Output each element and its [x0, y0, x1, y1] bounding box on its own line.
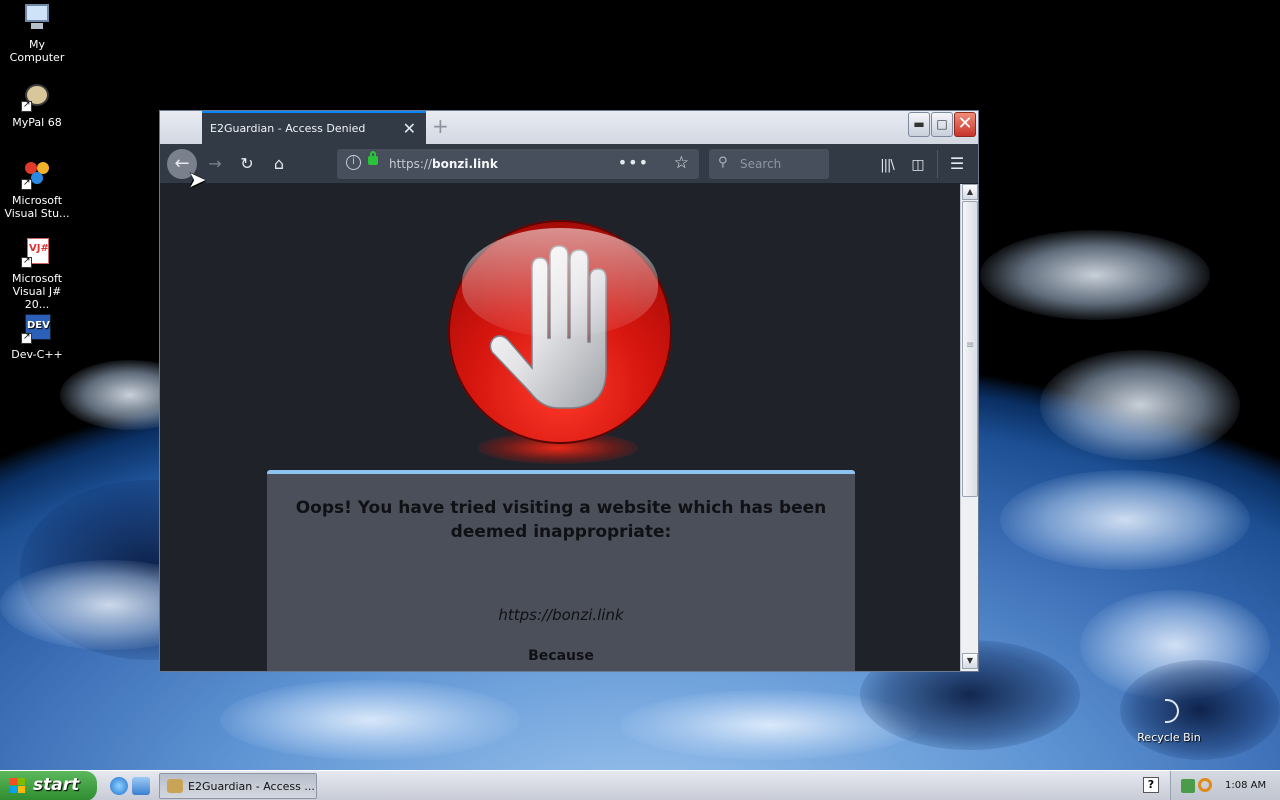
- visual-jsharp-icon: VJ#: [21, 236, 53, 268]
- desktop-icon-recycle-bin[interactable]: Recycle Bin: [1132, 695, 1206, 744]
- minimize-button[interactable]: ▬: [908, 112, 930, 137]
- library-icon: |||\: [880, 158, 894, 173]
- maximize-button[interactable]: □: [931, 112, 953, 137]
- dev-cpp-icon: DEV: [21, 312, 53, 344]
- close-window-button[interactable]: ✕: [954, 112, 976, 137]
- system-tray: 1:08 AM: [1170, 771, 1280, 800]
- reload-icon: ↻: [240, 154, 254, 173]
- desktop-icon-label: Dev-C++: [11, 348, 63, 361]
- hamburger-menu-icon: ☰: [949, 154, 965, 173]
- library-button[interactable]: |||\: [875, 152, 899, 176]
- visual-studio-icon: [21, 158, 53, 190]
- forward-button[interactable]: →: [203, 152, 227, 176]
- search-placeholder: Search: [740, 157, 782, 171]
- tab-title: E2Guardian - Access Denied: [210, 122, 366, 135]
- tab-close-icon[interactable]: ✕: [403, 119, 416, 138]
- desktop-icon-mypal[interactable]: MyPal 68: [0, 80, 74, 129]
- home-button[interactable]: ⌂: [267, 152, 291, 176]
- stop-hand-icon: [448, 220, 672, 444]
- search-tray-icon[interactable]: [1198, 778, 1212, 792]
- desktop-icon-dev-cpp[interactable]: DEV Dev-C++: [0, 312, 74, 361]
- taskbar: start E2Guardian - Access ... ? 1:08 AM: [0, 770, 1280, 800]
- taskbar-item-e2guardian[interactable]: E2Guardian - Access ...: [159, 773, 317, 799]
- search-icon: ⚲: [718, 155, 728, 170]
- windows-logo-icon: [10, 778, 26, 794]
- network-tray-icon[interactable]: [1181, 779, 1195, 793]
- desktop-icon-label: My Computer: [9, 38, 65, 64]
- home-icon: ⌂: [273, 154, 285, 173]
- access-denied-card: Oops! You have tried visiting a website …: [267, 470, 855, 671]
- scrollbar-thumb[interactable]: [962, 201, 978, 497]
- recycle-bin-icon: [1153, 695, 1185, 727]
- quicklaunch-browser-icon[interactable]: [132, 777, 150, 795]
- start-label: start: [33, 775, 80, 795]
- info-icon[interactable]: i: [346, 155, 361, 170]
- tab-e2guardian[interactable]: E2Guardian - Access Denied ✕: [202, 111, 426, 144]
- desktop-icon-my-computer[interactable]: My Computer: [0, 2, 74, 64]
- sidebar-icon: ◫: [911, 157, 925, 173]
- clock[interactable]: 1:08 AM: [1225, 780, 1266, 791]
- bookmark-star-icon[interactable]: ☆: [674, 153, 689, 173]
- arrow-right-icon: →: [208, 154, 222, 173]
- desktop-icon-label: MyPal 68: [12, 116, 62, 129]
- desktop-icon-label: Recycle Bin: [1137, 731, 1201, 744]
- sidebar-button[interactable]: ◫: [906, 152, 930, 176]
- new-tab-button[interactable]: +: [432, 114, 449, 138]
- taskbar-item-label: E2Guardian - Access ...: [188, 780, 315, 793]
- vertical-scrollbar[interactable]: ▲ ▼: [960, 184, 978, 671]
- lock-icon: [368, 151, 378, 165]
- toolbar-separator: [937, 150, 938, 178]
- desktop-icon-label: Microsoft Visual Stu...: [4, 194, 70, 220]
- url-text: https://bonzi.link: [389, 157, 498, 171]
- navigation-toolbar: ← → ↻ ⌂ i https://bonzi.link ••• ☆ ⚲ Sea…: [160, 144, 978, 184]
- scroll-up-button[interactable]: ▲: [962, 184, 978, 200]
- menu-button[interactable]: ☰: [945, 152, 969, 176]
- desktop-icon-visual-studio[interactable]: Microsoft Visual Stu...: [0, 158, 74, 220]
- computer-icon: [21, 2, 53, 34]
- browser-window: E2Guardian - Access Denied ✕ + ▬ □ ✕ ← →…: [159, 110, 979, 672]
- page-content: Oops! You have tried visiting a website …: [160, 184, 960, 671]
- scroll-down-button[interactable]: ▼: [962, 653, 978, 669]
- mypal-task-icon: [167, 779, 183, 793]
- help-icon[interactable]: ?: [1143, 777, 1159, 793]
- desktop-icon-label: Microsoft Visual J# 20...: [11, 272, 63, 311]
- reload-button[interactable]: ↻: [235, 152, 259, 176]
- blocked-url: https://bonzi.link: [498, 606, 624, 624]
- because-label: Because: [528, 648, 594, 664]
- browser-titlebar: E2Guardian - Access Denied ✕ + ▬ □ ✕: [160, 111, 978, 144]
- page-actions-icon[interactable]: •••: [618, 153, 649, 172]
- denied-heading: Oops! You have tried visiting a website …: [295, 498, 827, 542]
- internet-explorer-icon[interactable]: [110, 777, 128, 795]
- desktop-icon-visual-jsharp[interactable]: VJ# Microsoft Visual J# 20...: [0, 236, 74, 311]
- address-bar[interactable]: i https://bonzi.link ••• ☆: [337, 149, 699, 179]
- search-input[interactable]: ⚲ Search: [709, 149, 829, 179]
- start-button[interactable]: start: [0, 771, 97, 800]
- mouse-cursor: ➤: [188, 168, 207, 193]
- mypal-icon: [21, 80, 53, 112]
